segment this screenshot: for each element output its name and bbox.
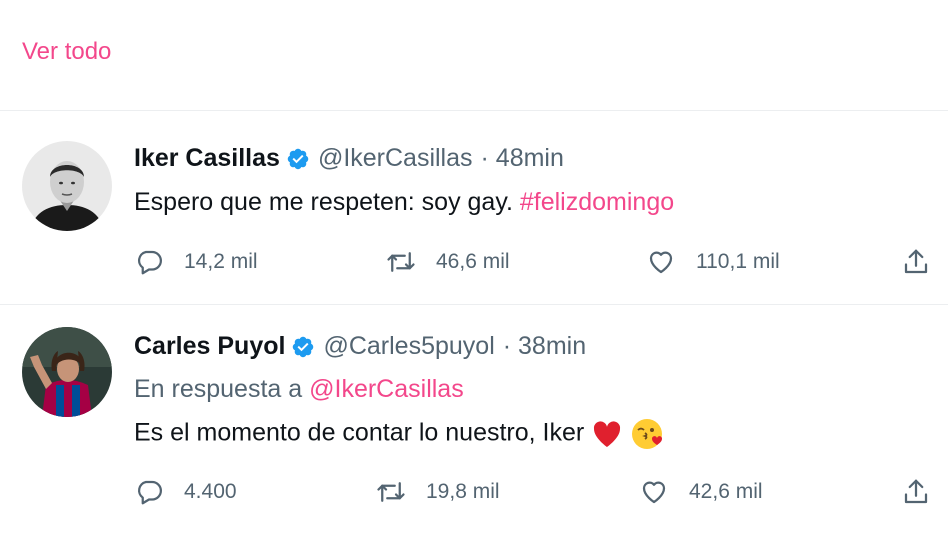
retweet-button[interactable]: 19,8 mil — [376, 477, 500, 507]
verified-badge-icon — [287, 148, 309, 169]
heart-icon — [649, 251, 673, 274]
like-button[interactable]: 110,1 mil — [646, 247, 780, 277]
reply-icon — [138, 250, 162, 275]
retweet-icon — [387, 252, 415, 272]
reply-to-link[interactable]: @IkerCasillas — [309, 375, 464, 403]
timestamp[interactable]: · 48min — [481, 144, 564, 173]
timestamp[interactable]: · 38min — [503, 332, 586, 361]
reply-button[interactable]: 14,2 mil — [134, 247, 258, 277]
reply-context: En respuesta a @IkerCasillas — [134, 375, 464, 404]
like-count: 42,6 mil — [689, 480, 763, 503]
tweet-actions: 4.400 19,8 mil 42,6 mil — [134, 477, 939, 511]
retweet-count: 19,8 mil — [426, 480, 500, 503]
reply-count: 14,2 mil — [184, 250, 258, 273]
tweet-header: Iker Casillas @IkerCasillas · 48min — [134, 144, 564, 173]
verified-badge-icon — [293, 336, 314, 357]
author-name[interactable]: Carles Puyol — [134, 332, 285, 361]
tweet-body: Es el momento de contar lo nuestro, Iker — [134, 418, 585, 447]
tweet-text: Es el momento de contar lo nuestro, Iker — [134, 417, 664, 451]
tweet-header: Carles Puyol @Carles5puyol · 38min — [134, 332, 586, 361]
face-blowing-kiss-icon — [632, 419, 663, 449]
see-all-link[interactable]: Ver todo — [22, 38, 111, 66]
reply-count: 4.400 — [184, 480, 237, 503]
like-count: 110,1 mil — [696, 250, 780, 273]
heart-icon — [642, 481, 666, 504]
retweet-count: 46,6 mil — [436, 250, 510, 273]
tweet-body: Espero que me respeten: soy gay. — [134, 188, 513, 216]
author-name[interactable]: Iker Casillas — [134, 144, 280, 173]
reply-button[interactable]: 4.400 — [134, 477, 237, 507]
author-handle[interactable]: @Carles5puyol — [323, 332, 494, 361]
reply-prefix: En respuesta a — [134, 375, 303, 403]
share-button[interactable] — [901, 247, 931, 277]
share-icon — [904, 479, 928, 504]
retweet-button[interactable]: 46,6 mil — [386, 247, 510, 277]
tweet-iker[interactable]: Iker Casillas @IkerCasillas · 48min Espe… — [0, 111, 948, 304]
like-button[interactable]: 42,6 mil — [639, 477, 763, 507]
reply-icon — [138, 480, 162, 505]
share-button[interactable] — [901, 477, 931, 507]
avatar[interactable] — [22, 327, 112, 417]
hashtag-link[interactable]: #felizdomingo — [520, 188, 674, 216]
red-heart-icon — [594, 421, 621, 447]
avatar[interactable] — [22, 141, 112, 231]
retweet-icon — [377, 482, 405, 502]
tweet-puyol[interactable]: Carles Puyol @Carles5puyol · 38min En re… — [0, 305, 948, 534]
author-handle[interactable]: @IkerCasillas — [318, 144, 473, 173]
tweet-text: Espero que me respeten: soy gay. #felizd… — [134, 188, 674, 217]
share-icon — [904, 249, 928, 274]
tweet-actions: 14,2 mil 46,6 mil 110,1 mil — [134, 247, 939, 281]
